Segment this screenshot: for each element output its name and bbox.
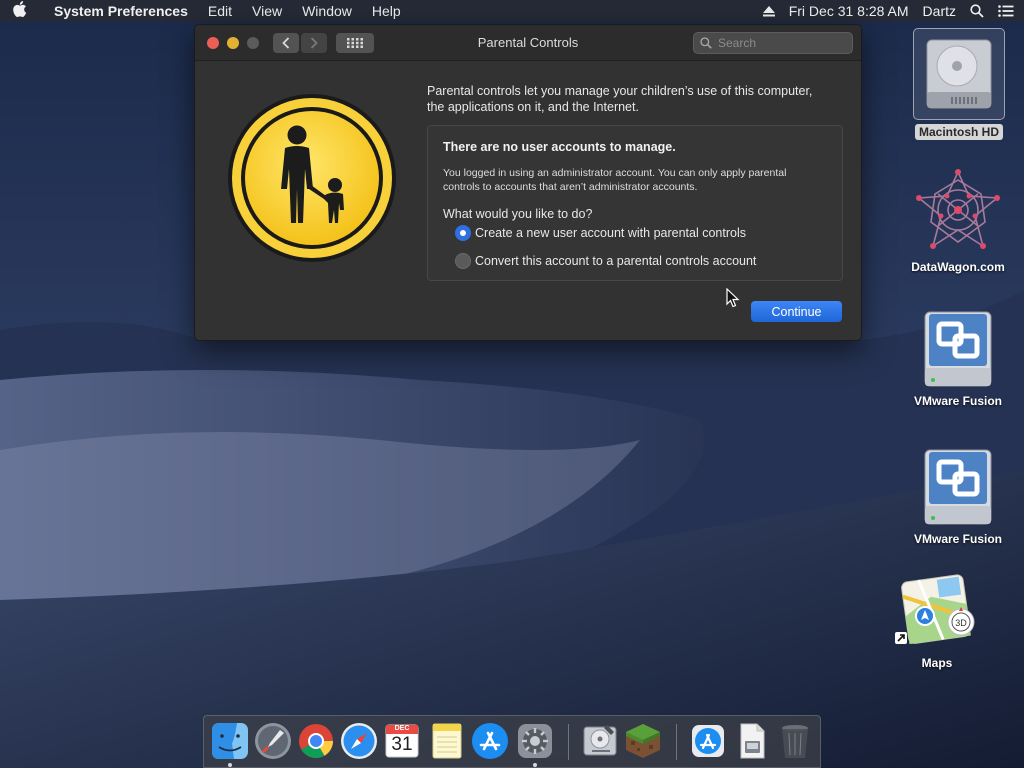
options-panel: There are no user accounts to manage. Yo…	[427, 125, 843, 281]
finder-icon[interactable]	[210, 721, 250, 761]
svg-text:3D: 3D	[955, 618, 967, 628]
apple-menu-icon[interactable]	[0, 0, 40, 22]
radio-convert-account[interactable]	[455, 253, 471, 269]
hard-drive-icon	[926, 39, 992, 109]
spotlight-search-icon[interactable]	[970, 4, 984, 18]
notes-icon[interactable]	[427, 721, 467, 761]
intro-text: Parental controls let you manage your ch…	[427, 84, 813, 114]
search-icon	[700, 37, 712, 49]
desktop-icon-label: Maps	[921, 656, 953, 670]
vmware-fusion-icon	[924, 311, 992, 387]
calendar-month: DEC	[394, 725, 410, 732]
panel-note: You logged in using an administrator acc…	[443, 167, 787, 193]
chrome-icon[interactable]	[296, 721, 336, 761]
minecraft-icon[interactable]	[623, 721, 663, 761]
panel-question: What would you like to do?	[443, 207, 593, 221]
continue-button[interactable]: Continue	[751, 301, 842, 322]
menubar-clock[interactable]: Fri Dec 31 8:28 AM	[789, 3, 909, 19]
disk-utility-icon[interactable]	[580, 721, 620, 761]
desktop-icon-label: Macintosh HD	[914, 124, 1003, 140]
desktop-icon-macintosh-hd[interactable]: Macintosh HD	[909, 28, 1009, 141]
trash-icon[interactable]	[775, 721, 815, 761]
vmware-fusion-icon	[924, 449, 992, 525]
desktop-icon-label: VMware Fusion	[913, 394, 1002, 408]
panel-heading: There are no user accounts to manage.	[443, 140, 676, 154]
running-indicator	[228, 763, 232, 767]
mouse-pointer-icon	[726, 288, 740, 308]
desktop-icon-vmware-fusion-1[interactable]: VMware Fusion	[898, 310, 1018, 408]
app-store-icon[interactable]	[470, 721, 510, 761]
running-indicator	[533, 763, 537, 767]
desktop-icon-label: DataWagon.com	[911, 260, 1005, 274]
parental-controls-icon	[228, 94, 396, 262]
eject-icon[interactable]	[762, 5, 775, 17]
alias-arrow-icon	[895, 632, 907, 644]
notification-center-icon[interactable]	[998, 5, 1014, 17]
menu-edit[interactable]: Edit	[198, 0, 242, 22]
calendar-icon[interactable]: DEC 31	[382, 721, 422, 761]
maps-icon: 3D	[895, 574, 975, 645]
desktop-icon-maps[interactable]: 3D Maps	[890, 572, 984, 670]
document-icon[interactable]	[732, 721, 772, 761]
menu-bar: System Preferences Edit View Window Help…	[0, 0, 1024, 22]
parental-controls-window: Parental Controls Parental controls let …	[194, 24, 862, 341]
option-create-account[interactable]: Create a new user account with parental …	[455, 225, 746, 241]
desktop-icon-datawagon[interactable]: DataWagon.com	[898, 168, 1018, 274]
app-menu[interactable]: System Preferences	[40, 0, 198, 22]
dock-separator	[568, 724, 569, 760]
menubar-user[interactable]: Dartz	[923, 3, 956, 19]
safari-icon[interactable]	[339, 721, 379, 761]
calendar-day: 31	[391, 734, 413, 755]
window-titlebar: Parental Controls	[195, 25, 861, 61]
option-label: Create a new user account with parental …	[475, 226, 746, 240]
search-field[interactable]	[693, 32, 853, 54]
menu-help[interactable]: Help	[362, 0, 411, 22]
datawagon-icon	[916, 169, 1000, 249]
search-input[interactable]	[718, 36, 838, 50]
desktop-icon-label: VMware Fusion	[913, 532, 1002, 546]
dock: DEC 31	[203, 715, 821, 768]
desktop-icon-vmware-fusion-2[interactable]: VMware Fusion	[898, 448, 1018, 546]
system-preferences-icon[interactable]	[515, 721, 555, 761]
app-store-downloads-icon[interactable]	[688, 721, 728, 761]
option-label: Convert this account to a parental contr…	[475, 254, 757, 268]
dock-separator	[676, 724, 677, 760]
option-convert-account[interactable]: Convert this account to a parental contr…	[455, 253, 756, 269]
menu-view[interactable]: View	[242, 0, 292, 22]
radio-create-account[interactable]	[455, 225, 471, 241]
launchpad-icon[interactable]	[253, 721, 293, 761]
menu-window[interactable]: Window	[292, 0, 362, 22]
